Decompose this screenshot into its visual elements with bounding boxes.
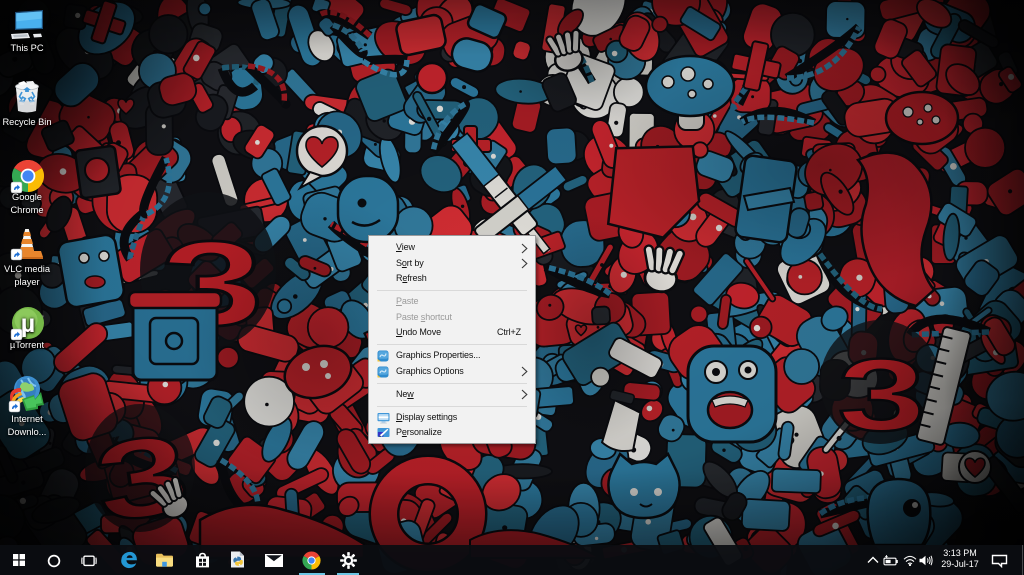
svg-text:µ: µ: [21, 310, 35, 338]
